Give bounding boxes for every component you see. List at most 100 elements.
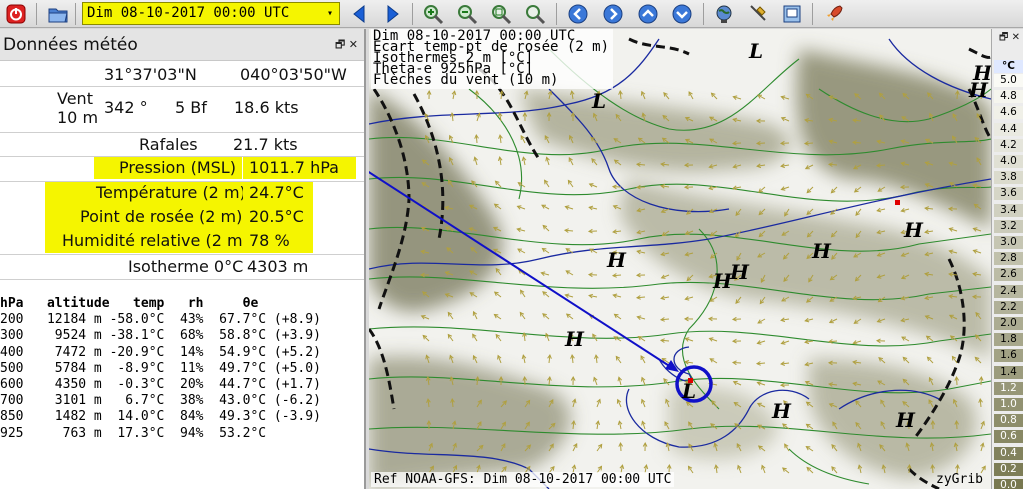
table-row: 300 9524 m -38.1°C 68% 58.8°C (+3.9): [0, 328, 321, 344]
high-pressure-label: H: [565, 327, 584, 351]
high-pressure-label: H: [772, 399, 791, 423]
colorbar-cell: 4.4: [994, 122, 1023, 136]
temperature-label: Température (2 m): [45, 182, 246, 205]
prev-date-icon: [353, 4, 365, 24]
quit-button[interactable]: [4, 2, 28, 26]
colorbar-cell: 0.4: [994, 446, 1023, 460]
gust-value: 21.7 kts: [233, 135, 298, 154]
temperature-row: Température (2 m) 24.7°C: [0, 181, 364, 205]
colorbar-cell: 1.8: [994, 333, 1023, 347]
dew-point-row: Point de rosée (2 m) 20.5°C: [0, 205, 364, 229]
zoom-out-button[interactable]: [455, 2, 479, 26]
humidity-row: Humidité relative (2 m) 78 %: [0, 229, 364, 254]
colorbar-dock-close-icon[interactable]: 🗗 ✕: [992, 29, 1023, 47]
zoom-selection-icon: [492, 5, 512, 25]
gust-label: Rafales: [139, 135, 198, 154]
colorbar-panel: 🗗 ✕ °C 5.0 4.8 4.6 4.4 4.2 4.0 3.8 3.6 3.4 3.2 3.0…: [991, 29, 1023, 489]
gust-row: Rafales 21.7 kts: [0, 132, 364, 156]
colorbar-cell: 0.2: [994, 462, 1023, 476]
colorbar-cell: 3.4: [994, 203, 1023, 217]
colorbar-cell: 2.4: [994, 284, 1023, 298]
zoom-fit-button[interactable]: [523, 2, 547, 26]
date-selector[interactable]: Dim 08-10-2017 00:00 UTC ▾: [82, 2, 340, 25]
pan-down-button[interactable]: [670, 2, 694, 26]
weather-map[interactable]: L L H H H H H H H L H H H Dim 08-10-2017…: [369, 29, 991, 489]
pan-up-button[interactable]: [636, 2, 660, 26]
colorbar-cell: 1.2: [994, 381, 1023, 395]
pressure-value: 1011.7 hPa: [243, 157, 356, 179]
globe-button[interactable]: [712, 2, 736, 26]
isotherm-row: Isotherme 0°C 4303 m: [0, 255, 364, 279]
grib-file-button[interactable]: [780, 2, 804, 26]
colorbar-cell: 3.2: [994, 219, 1023, 233]
next-date-icon: [387, 4, 399, 24]
colorbar-cell: 2.6: [994, 268, 1023, 282]
zoom-in-button[interactable]: [421, 2, 445, 26]
high-pressure-label: H: [713, 269, 732, 293]
prev-date-button[interactable]: [348, 2, 372, 26]
grib-file-icon: [783, 5, 801, 23]
colorbar-cell: 4.0: [994, 155, 1023, 168]
open-file-icon: [48, 8, 68, 23]
humidity-value: 78 %: [243, 229, 313, 253]
marker-point: [895, 200, 900, 205]
pan-up-icon: [638, 4, 658, 24]
table-row: 850 1482 m 14.0°C 84% 49.3°C (-3.9): [0, 409, 321, 425]
colorbar-cell: 2.8: [994, 252, 1023, 266]
sounding-table: hPa altitude temp rh θe 200 12184 m -58.…: [0, 296, 364, 442]
colorbar-cell: 4.8: [994, 90, 1023, 104]
colorbar-cell: 2.0: [994, 317, 1023, 330]
pan-left-icon: [568, 4, 588, 24]
dew-point-label: Point de rosée (2 m): [45, 205, 243, 229]
panel-header: Données météo 🗗 ✕: [0, 29, 364, 61]
wind-direction-value: 342 °: [104, 98, 148, 117]
high-pressure-label: H: [607, 248, 626, 272]
colorbar-cell: 0.8: [994, 414, 1023, 428]
weather-data-panel: Données météo 🗗 ✕ 31°37'03"N 040°03'50"W…: [0, 29, 366, 489]
table-row: 400 7472 m -20.9°C 14% 54.9°C (+5.2): [0, 344, 321, 360]
table-row: 200 12184 m -58.0°C 43% 67.7°C (+8.9): [0, 312, 321, 328]
panel-dock-close-icon[interactable]: 🗗 ✕: [335, 29, 358, 61]
pan-right-icon: [603, 4, 623, 24]
colorbar-cell: 2.2: [994, 300, 1023, 314]
table-row: 700 3101 m 6.7°C 38% 43.0°C (-6.2): [0, 393, 321, 409]
colorbar-cell: 3.0: [994, 236, 1023, 249]
map-layer-line: Flèches du vent (10 m): [373, 72, 559, 88]
map-legend: Dim 08-10-2017 00:00 UTC Ecart temp-pt d…: [371, 29, 614, 89]
toolbar: Dim 08-10-2017 00:00 UTC ▾: [0, 0, 1023, 28]
sounding-header: hPa altitude temp rh θe: [0, 296, 259, 311]
humidity-label: Humidité relative (2 m): [45, 229, 249, 253]
wind-height-label: 10 m: [57, 108, 99, 127]
zoom-selection-button[interactable]: [489, 2, 513, 26]
isotherm-label: Isotherme 0°C: [128, 257, 244, 276]
open-file-button[interactable]: [46, 2, 70, 26]
zoom-fit-icon: [526, 5, 546, 25]
wind-speed-value: 18.6 kts: [234, 98, 299, 117]
latitude-value: 31°37'03"N: [104, 65, 197, 84]
low-pressure-label: L: [682, 379, 697, 403]
colorbar-unit: °C: [994, 60, 1023, 73]
colorbar-cell: 1.0: [994, 398, 1023, 411]
coordinates-row: 31°37'03"N 040°03'50"W: [0, 63, 364, 85]
pressure-label: Pression (MSL): [94, 157, 242, 179]
pan-right-button[interactable]: [601, 2, 625, 26]
colorbar-cell: 1.6: [994, 349, 1023, 363]
colorbar-cell: 0.6: [994, 430, 1023, 444]
high-pressure-label: H: [904, 218, 923, 242]
date-value: Dim 08-10-2017 00:00 UTC: [87, 5, 290, 21]
colorbar-cell: 4.2: [994, 138, 1023, 152]
globe-icon: [716, 5, 732, 23]
colorbar-cell: 5.0: [994, 74, 1023, 87]
pan-left-button[interactable]: [566, 2, 590, 26]
pressure-row: Pression (MSL) 1011.7 hPa: [0, 156, 364, 180]
high-pressure-label: H: [969, 78, 988, 102]
colorbar-cell: 3.6: [994, 187, 1023, 201]
chevron-down-icon: ▾: [326, 8, 333, 19]
colorbar-cell: 3.8: [994, 171, 1023, 185]
wind-beaufort-value: 5 Bf: [175, 98, 207, 117]
rocket-button[interactable]: [822, 2, 846, 26]
measure-button[interactable]: [746, 2, 770, 26]
colorbar-cell: 1.4: [994, 365, 1023, 379]
wind-row: Vent 10 m 342 ° 5 Bf 18.6 kts: [0, 87, 364, 131]
next-date-button[interactable]: [380, 2, 404, 26]
